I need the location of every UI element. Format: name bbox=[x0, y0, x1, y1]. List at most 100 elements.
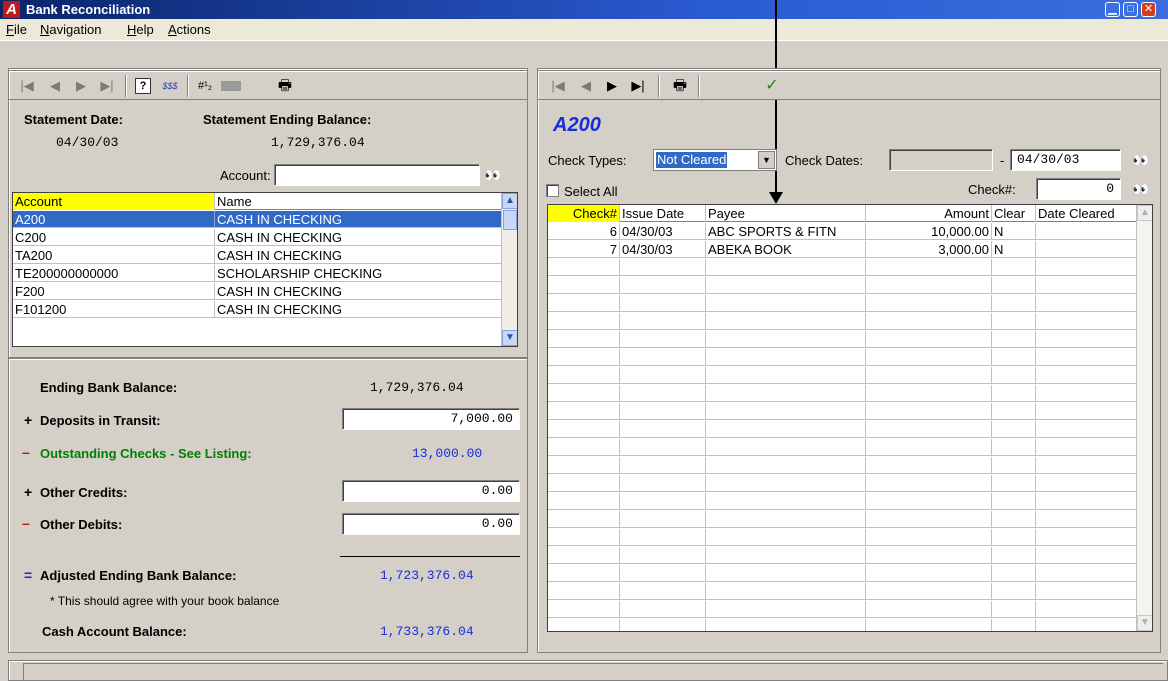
prev-record-icon[interactable]: ◀ bbox=[578, 78, 594, 94]
col-header-clear[interactable]: Clear bbox=[992, 205, 1036, 222]
table-row[interactable]: F200 CASH IN CHECKING bbox=[13, 283, 503, 300]
select-all-checkbox[interactable] bbox=[546, 184, 559, 197]
last-record-icon[interactable]: ▶| bbox=[99, 78, 115, 94]
empty-cell bbox=[992, 439, 1036, 456]
menu-file[interactable]: File bbox=[6, 22, 27, 37]
check-number-cell: 7 bbox=[548, 241, 620, 258]
other-credits-input[interactable]: 0.00 bbox=[342, 480, 520, 502]
empty-cell bbox=[706, 295, 866, 312]
first-record-icon[interactable]: |◀ bbox=[550, 78, 566, 94]
empty-cell bbox=[992, 601, 1036, 618]
col-header-issue-date[interactable]: Issue Date bbox=[620, 205, 706, 222]
table-row[interactable]: 6 04/30/03 ABC SPORTS & FITN 10,000.00 N bbox=[548, 223, 1138, 240]
table-row[interactable]: A200 CASH IN CHECKING bbox=[13, 211, 503, 228]
scroll-down-icon[interactable]: ▼ bbox=[502, 330, 517, 346]
table-row[interactable]: TE200000000000 SCHOLARSHIP CHECKING bbox=[13, 265, 503, 282]
name-cell: SCHOLARSHIP CHECKING bbox=[215, 265, 503, 282]
accounts-scrollbar[interactable]: ▲ ▼ bbox=[501, 193, 517, 346]
menu-actions[interactable]: Actions bbox=[168, 22, 211, 37]
empty-cell bbox=[866, 331, 992, 348]
disabled-bar-icon bbox=[221, 81, 241, 91]
empty-cell bbox=[548, 601, 620, 618]
prev-record-icon[interactable]: ◀ bbox=[47, 78, 63, 94]
empty-cell bbox=[992, 277, 1036, 294]
check-date-to-input[interactable]: 04/30/03 bbox=[1010, 149, 1121, 171]
empty-cell bbox=[620, 583, 706, 600]
scroll-up-icon[interactable]: ▲ bbox=[1137, 205, 1152, 221]
scroll-thumb[interactable] bbox=[503, 210, 517, 230]
checks-grid: Check# Issue Date Payee Amount Clear Dat… bbox=[547, 204, 1153, 632]
minus-sign: – bbox=[22, 515, 30, 531]
other-debits-input[interactable]: 0.00 bbox=[342, 513, 520, 535]
empty-cell bbox=[620, 403, 706, 420]
binoculars-icon[interactable]: 👀 bbox=[482, 164, 504, 186]
binoculars-icon[interactable]: 👀 bbox=[1130, 178, 1152, 200]
empty-row bbox=[548, 313, 1138, 330]
check-number-input[interactable]: 0 bbox=[1036, 178, 1121, 200]
menu-help[interactable]: Help bbox=[127, 22, 154, 37]
empty-cell bbox=[1036, 385, 1138, 402]
ending-bank-balance-value: 1,729,376.04 bbox=[370, 380, 464, 395]
menu-navigation[interactable]: Navigation bbox=[40, 22, 101, 37]
sum-rule bbox=[340, 556, 520, 557]
empty-row bbox=[548, 295, 1138, 312]
col-header-payee[interactable]: Payee bbox=[706, 205, 866, 222]
close-button[interactable]: ✕ bbox=[1141, 2, 1156, 17]
col-header-account[interactable]: Account bbox=[13, 193, 215, 210]
checkbook-icon[interactable]: $$$ bbox=[159, 78, 181, 94]
col-header-name[interactable]: Name bbox=[215, 193, 503, 210]
table-row[interactable]: 7 04/30/03 ABEKA BOOK 3,000.00 N bbox=[548, 241, 1138, 258]
empty-cell bbox=[1036, 295, 1138, 312]
empty-row bbox=[548, 601, 1138, 618]
scroll-down-icon[interactable]: ▼ bbox=[1137, 615, 1152, 631]
check-dates-label: Check Dates: bbox=[785, 153, 864, 168]
empty-cell bbox=[992, 529, 1036, 546]
empty-cell bbox=[866, 385, 992, 402]
empty-cell bbox=[620, 493, 706, 510]
table-row[interactable]: F101200 CASH IN CHECKING bbox=[13, 301, 503, 318]
account-cell: A200 bbox=[13, 211, 215, 228]
empty-cell bbox=[1036, 349, 1138, 366]
empty-cell bbox=[992, 565, 1036, 582]
empty-cell bbox=[620, 565, 706, 582]
checkmark-icon[interactable]: ✓ bbox=[764, 78, 780, 94]
scroll-up-icon[interactable]: ▲ bbox=[502, 193, 517, 209]
printer-icon[interactable]: 🖶 bbox=[672, 78, 688, 94]
check-types-select[interactable]: Not Cleared ▼ bbox=[653, 149, 777, 171]
last-record-icon[interactable]: ▶| bbox=[630, 78, 646, 94]
empty-cell bbox=[992, 349, 1036, 366]
deposits-in-transit-input[interactable]: 7,000.00 bbox=[342, 408, 520, 430]
first-record-icon[interactable]: |◀ bbox=[19, 78, 35, 94]
empty-cell bbox=[866, 421, 992, 438]
help-icon[interactable]: ? bbox=[135, 78, 151, 94]
empty-row bbox=[548, 367, 1138, 384]
col-header-amount[interactable]: Amount bbox=[866, 205, 992, 222]
toolbar-separator bbox=[658, 75, 660, 97]
empty-row bbox=[548, 565, 1138, 582]
outstanding-checks-link[interactable]: Outstanding Checks - See Listing: bbox=[40, 446, 252, 461]
next-record-icon[interactable]: ▶ bbox=[73, 78, 89, 94]
checks-scrollbar[interactable]: ▲ ▼ bbox=[1136, 205, 1152, 631]
empty-cell bbox=[620, 331, 706, 348]
maximize-button[interactable]: □ bbox=[1123, 2, 1138, 17]
empty-cell bbox=[1036, 583, 1138, 600]
table-row[interactable]: C200 CASH IN CHECKING bbox=[13, 229, 503, 246]
check-date-from-input[interactable] bbox=[889, 149, 993, 171]
account-search-input[interactable] bbox=[274, 164, 480, 186]
other-debits-label: Other Debits: bbox=[40, 517, 123, 532]
col-header-check-number[interactable]: Check# bbox=[548, 205, 620, 222]
minimize-button[interactable]: ▁ bbox=[1105, 2, 1120, 17]
empty-cell bbox=[620, 439, 706, 456]
next-record-icon[interactable]: ▶ bbox=[604, 78, 620, 94]
empty-cell bbox=[866, 583, 992, 600]
plus-sign: + bbox=[24, 412, 33, 428]
empty-cell bbox=[992, 421, 1036, 438]
numbering-icon[interactable]: #¹₂ bbox=[197, 78, 213, 94]
empty-cell bbox=[866, 457, 992, 474]
table-row[interactable]: TA200 CASH IN CHECKING bbox=[13, 247, 503, 264]
chevron-down-icon[interactable]: ▼ bbox=[758, 151, 775, 169]
binoculars-icon[interactable]: 👀 bbox=[1130, 149, 1152, 171]
printer-icon[interactable]: 🖶 bbox=[277, 78, 293, 94]
col-header-date-cleared[interactable]: Date Cleared bbox=[1036, 205, 1138, 222]
empty-cell bbox=[866, 601, 992, 618]
